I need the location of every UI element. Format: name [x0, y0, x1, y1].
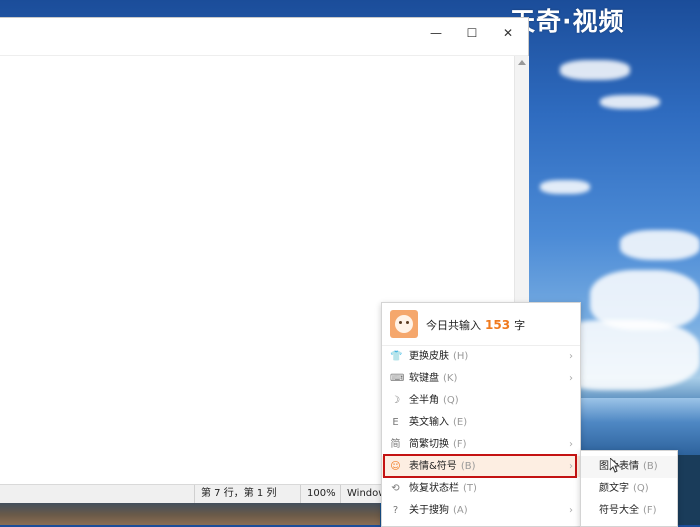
submenu-item-label: 符号大全 — [599, 505, 639, 516]
minimize-button[interactable]: — — [420, 22, 452, 44]
count-prefix: 今日共输入 — [426, 319, 481, 332]
menu-item-english-input[interactable]: E 英文输入 (E) — [382, 412, 580, 433]
menu-item-label: 软键盘 — [409, 373, 439, 384]
menu-item-label: 全半角 — [409, 395, 439, 406]
traditional-icon: 简 — [390, 439, 401, 450]
menu-header: 今日共输入 153 字 — [382, 303, 580, 346]
menu-item-skin[interactable]: 👕 更换皮肤 (H) › — [382, 346, 580, 367]
menu-item-soft-keyboard[interactable]: ⌨ 软键盘 (K) › — [382, 368, 580, 389]
submenu-item-kaomoji[interactable]: 颜文字 (Q) — [581, 478, 677, 500]
chevron-right-icon: › — [569, 373, 573, 384]
rocks — [0, 500, 380, 525]
chevron-right-icon: › — [569, 439, 573, 450]
moon-icon: ☽ — [391, 395, 400, 406]
menu-item-about[interactable]: ? 关于搜狗 (A) › — [382, 500, 580, 521]
emoji-submenu: 图片表情(B) 颜文字(Q) 符号大全(F) — [580, 450, 678, 527]
menu-item-label: 英文输入 — [409, 417, 449, 428]
maximize-button[interactable]: ☐ — [456, 22, 488, 44]
count-suffix: 字 — [514, 319, 526, 332]
menu-item-label: 恢复状态栏 — [409, 483, 459, 494]
menu-item-restore-statusbar[interactable]: ⟲ 恢复状态栏 (T) — [382, 478, 580, 499]
mouse-cursor-icon — [610, 458, 620, 473]
restore-icon: ⟲ — [391, 483, 400, 494]
submenu-item-picture-emoji[interactable]: 图片表情(B) — [581, 456, 677, 478]
english-icon: E — [392, 417, 399, 428]
keyboard-icon: ⌨ — [390, 373, 405, 384]
chevron-right-icon: › — [569, 505, 573, 516]
menu-item-simplified-traditional[interactable]: 简 简繁切换 (F) › — [382, 434, 580, 455]
sogou-avatar — [390, 310, 418, 338]
menu-item-label: 更换皮肤 — [409, 351, 449, 362]
typing-count: 153 — [485, 318, 511, 332]
typing-count-text: 今日共输入 153 字 — [426, 317, 525, 333]
cursor-position: 第 7 行，第 1 列 — [194, 485, 297, 503]
submenu-item-symbols[interactable]: 符号大全 (F) — [581, 500, 677, 522]
line-ending: Window — [340, 485, 387, 503]
chevron-right-icon: › — [569, 351, 573, 362]
close-button[interactable]: ✕ — [492, 22, 524, 44]
highlight-annotation — [383, 454, 577, 478]
menu-item-label: 关于搜狗 — [409, 505, 449, 516]
submenu-item-label: 颜文字 — [599, 483, 629, 494]
ime-context-menu: 今日共输入 153 字 👕 更换皮肤 (H) › ⌨ 软键盘 (K) › ☽ 全半角 (Q… — [381, 302, 581, 527]
help-icon: ? — [392, 505, 399, 516]
menu-item-full-half-width[interactable]: ☽ 全半角 (Q) — [382, 390, 580, 411]
title-bar: — ☐ ✕ — [0, 18, 528, 56]
menu-item-label: 简繁切换 — [409, 439, 449, 450]
zoom-level: 100% — [300, 485, 339, 503]
shirt-icon: 👕 — [390, 351, 403, 362]
scroll-up-icon[interactable] — [518, 60, 526, 65]
